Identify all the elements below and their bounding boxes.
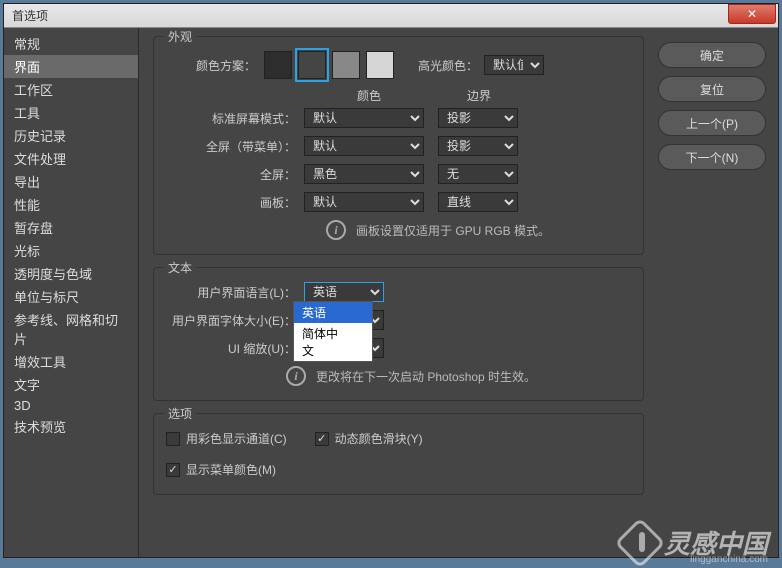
sidebar-item-14[interactable]: 文字 [4,373,138,396]
category-sidebar: 常规界面工作区工具历史记录文件处理导出性能暂存盘光标透明度与色域单位与标尺参考线… [4,28,139,557]
options-legend: 选项 [164,405,196,422]
dialog-buttons: 确定 复位 上一个(P) 下一个(N) [658,28,778,557]
appearance-info: i 画板设置仅适用于 GPU RGB 模式。 [326,220,631,240]
sidebar-item-8[interactable]: 暂存盘 [4,216,138,239]
dynamic-sliders-checkbox[interactable]: 动态颜色滑块(Y) [315,430,423,447]
sidebar-item-3[interactable]: 工具 [4,101,138,124]
sidebar-item-1[interactable]: 界面 [4,55,138,78]
checkbox-icon [166,432,180,446]
color-swatch-0[interactable] [264,51,292,79]
reset-button[interactable]: 复位 [658,76,766,102]
appearance-legend: 外观 [164,28,196,45]
text-info-text: 更改将在下一次启动 Photoshop 时生效。 [316,368,536,385]
checkbox-icon [315,432,329,446]
color-swatch-2[interactable] [332,51,360,79]
ui-language-dropdown: 英语简体中文 [293,301,373,362]
info-icon: i [326,220,346,240]
screen-mode-border-select-2[interactable]: 无 [438,164,518,184]
screen-mode-color-select-3[interactable]: 默认 [304,192,424,212]
preferences-window: 首选项 ✕ 常规界面工作区工具历史记录文件处理导出性能暂存盘光标透明度与色域单位… [3,3,779,558]
ui-scaling-label: UI 缩放(U)： [166,340,296,357]
ui-language-label: 用户界面语言(L)： [166,284,296,301]
sidebar-item-15[interactable]: 3D [4,396,138,415]
color-swatch-1[interactable] [298,51,326,79]
next-button[interactable]: 下一个(N) [658,144,766,170]
screen-mode-label-2: 全屏： [166,166,296,183]
highlight-color-label: 高光颜色： [418,57,478,74]
border-column-header: 边界 [434,87,524,104]
appearance-group: 外观 颜色方案： 高光颜色： 默认值 颜色 边界 标准屏幕模式：默认投影全屏（带… [153,36,644,255]
sidebar-item-7[interactable]: 性能 [4,193,138,216]
sidebar-item-12[interactable]: 参考线、网格和切片 [4,308,138,350]
color-scheme-label: 颜色方案： [166,57,256,74]
sidebar-item-4[interactable]: 历史记录 [4,124,138,147]
screen-mode-border-select-0[interactable]: 投影 [438,108,518,128]
dialog-body: 常规界面工作区工具历史记录文件处理导出性能暂存盘光标透明度与色域单位与标尺参考线… [4,28,778,557]
sidebar-item-11[interactable]: 单位与标尺 [4,285,138,308]
screen-mode-label-1: 全屏（带菜单）： [166,138,296,155]
color-swatch-3[interactable] [366,51,394,79]
show-menu-colors-checkbox[interactable]: 显示菜单颜色(M) [166,461,276,478]
sidebar-item-13[interactable]: 增效工具 [4,350,138,373]
column-headers: 颜色 边界 [304,87,631,104]
options-group: 选项 用彩色显示通道(C) 动态颜色滑块(Y) 显示菜单颜色(M) [153,413,644,495]
color-column-header: 颜色 [304,87,434,104]
screen-mode-label-0: 标准屏幕模式： [166,110,296,127]
screen-mode-color-select-1[interactable]: 默认 [304,136,424,156]
sidebar-item-0[interactable]: 常规 [4,32,138,55]
appearance-info-text: 画板设置仅适用于 GPU RGB 模式。 [356,222,550,239]
screen-mode-color-select-0[interactable]: 默认 [304,108,424,128]
ok-button[interactable]: 确定 [658,42,766,68]
ui-language-select[interactable]: 英语 [304,282,384,302]
titlebar: 首选项 ✕ [4,4,778,28]
window-title: 首选项 [12,7,728,24]
sidebar-item-2[interactable]: 工作区 [4,78,138,101]
sidebar-item-6[interactable]: 导出 [4,170,138,193]
sidebar-item-16[interactable]: 技术预览 [4,415,138,438]
show-channels-checkbox[interactable]: 用彩色显示通道(C) [166,430,287,447]
info-icon: i [286,366,306,386]
sidebar-item-5[interactable]: 文件处理 [4,147,138,170]
prev-button[interactable]: 上一个(P) [658,110,766,136]
screen-mode-label-3: 画板： [166,194,296,211]
text-info: i 更改将在下一次启动 Photoshop 时生效。 [286,366,631,386]
show-menu-colors-label: 显示菜单颜色(M) [186,461,276,478]
screen-mode-border-select-3[interactable]: 直线 [438,192,518,212]
close-icon: ✕ [747,7,757,21]
main-panel: 外观 颜色方案： 高光颜色： 默认值 颜色 边界 标准屏幕模式：默认投影全屏（带… [139,28,658,557]
text-legend: 文本 [164,259,196,276]
sidebar-item-9[interactable]: 光标 [4,239,138,262]
highlight-color-select[interactable]: 默认值 [484,55,544,75]
language-option-1[interactable]: 简体中文 [294,323,372,361]
screen-mode-color-select-2[interactable]: 黑色 [304,164,424,184]
language-option-0[interactable]: 英语 [294,302,372,323]
dynamic-sliders-label: 动态颜色滑块(Y) [335,430,423,447]
close-button[interactable]: ✕ [728,4,776,24]
color-scheme-swatches [264,51,394,79]
ui-font-size-label: 用户界面字体大小(E)： [166,312,296,329]
checkbox-icon [166,463,180,477]
show-channels-label: 用彩色显示通道(C) [186,430,287,447]
sidebar-item-10[interactable]: 透明度与色域 [4,262,138,285]
screen-mode-border-select-1[interactable]: 投影 [438,136,518,156]
text-group: 文本 用户界面语言(L)： 英语 英语简体中文 用户界面字体大小(E)： 中 U… [153,267,644,401]
